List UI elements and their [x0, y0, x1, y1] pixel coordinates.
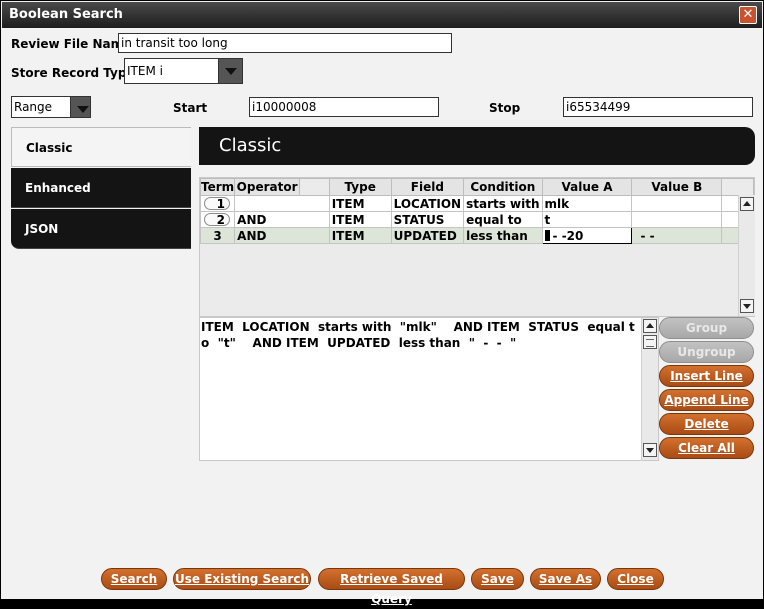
chevron-down-icon[interactable] [70, 97, 90, 117]
range-value: Range [14, 100, 53, 114]
column-header: Operator [234, 178, 301, 196]
tab-enhanced[interactable]: Enhanced [11, 168, 191, 208]
close-icon[interactable]: ✕ [739, 6, 757, 24]
query-scrollbar[interactable] [641, 318, 658, 460]
condition-cell[interactable]: equal to [463, 211, 543, 228]
group-button[interactable]: Group [659, 317, 754, 339]
save-button[interactable]: Save [471, 568, 524, 590]
table-row[interactable]: 1 ITEM LOCATION starts with mlk [199, 195, 754, 212]
type-cell[interactable]: ITEM [328, 195, 392, 212]
term-cell[interactable]: 2 [199, 211, 236, 228]
terms-table: Term Operator Type Field Condition Value… [199, 178, 754, 244]
value-a-cell[interactable]: mlk [541, 195, 633, 212]
column-header: Value B [631, 178, 723, 196]
operator-cell[interactable]: AND [234, 211, 330, 228]
chevron-down-icon[interactable] [218, 59, 242, 83]
column-header: Value A [541, 178, 633, 196]
operator-cell[interactable] [234, 195, 330, 212]
store-record-type-value: ITEM i [127, 64, 163, 78]
scroll-down-icon[interactable] [740, 299, 754, 313]
term-cell[interactable]: 1 [199, 195, 236, 212]
start-label: Start [173, 101, 208, 115]
scroll-thumb[interactable] [643, 335, 657, 349]
store-record-type-select[interactable]: ITEM i [124, 58, 243, 84]
term-cell[interactable]: 3 [199, 227, 236, 244]
ungroup-button[interactable]: Ungroup [659, 341, 754, 363]
condition-cell[interactable]: starts with [463, 195, 543, 212]
field-cell[interactable]: STATUS [390, 211, 465, 228]
column-header: Type [328, 178, 392, 196]
insert-line-button[interactable]: Insert Line [659, 365, 754, 387]
value-b-cell[interactable]: - - [631, 227, 723, 244]
value-b-cell[interactable] [631, 195, 723, 212]
query-preview[interactable]: ITEM LOCATION starts with "mlk" AND ITEM… [199, 317, 659, 461]
scroll-up-icon[interactable] [643, 319, 657, 333]
use-existing-search-button[interactable]: Use Existing Search [173, 568, 311, 590]
save-as-button[interactable]: Save As [530, 568, 601, 590]
tab-classic[interactable]: Classic [11, 127, 191, 167]
tab-json[interactable]: JSON [11, 209, 191, 249]
field-cell[interactable]: UPDATED [390, 227, 465, 244]
term-number-button[interactable]: 1 [204, 196, 230, 210]
review-file-input[interactable]: in transit too long [118, 33, 452, 53]
boolean-search-window: Boolean Search ✕ Review File Name: in tr… [0, 0, 764, 606]
grid-scrollbar[interactable] [738, 195, 755, 316]
term-number-button[interactable]: 2 [204, 212, 230, 226]
condition-cell[interactable]: less than [463, 227, 543, 244]
start-input[interactable]: i10000008 [249, 97, 439, 117]
store-record-type-label: Store Record Type: [11, 66, 140, 80]
column-header: Field [390, 178, 465, 196]
value-a-cell[interactable]: t [541, 211, 633, 228]
column-spacer [721, 178, 754, 196]
clear-all-button[interactable]: Clear All [659, 437, 754, 459]
table-row[interactable]: 2 AND ITEM STATUS equal to t [199, 211, 754, 228]
query-text: ITEM LOCATION starts with "mlk" AND ITEM… [201, 320, 635, 350]
scroll-up-icon[interactable] [740, 197, 754, 211]
retrieve-saved-query-button[interactable]: Retrieve Saved Query [318, 568, 465, 606]
panel-title: Classic [199, 127, 755, 165]
value-b-cell[interactable] [631, 211, 723, 228]
column-spacer [299, 178, 330, 196]
stop-input[interactable]: i65534499 [563, 97, 753, 117]
range-select[interactable]: Range [11, 96, 91, 118]
title-bar: Boolean Search ✕ [2, 2, 762, 28]
delete-button[interactable]: Delete [659, 413, 754, 435]
close-button[interactable]: Close [607, 568, 664, 590]
column-header: Term [199, 178, 236, 196]
window-title: Boolean Search [9, 7, 123, 22]
field-cell[interactable]: LOCATION [390, 195, 465, 212]
append-line-button[interactable]: Append Line [659, 389, 754, 411]
type-cell[interactable]: ITEM [328, 227, 392, 244]
terms-grid: Term Operator Type Field Condition Value… [199, 177, 755, 317]
scroll-down-icon[interactable] [643, 443, 657, 457]
table-row-selected[interactable]: 3 AND ITEM UPDATED less than - -20 - - [199, 227, 754, 244]
search-button[interactable]: Search [101, 568, 167, 590]
text-cursor [544, 229, 550, 241]
stop-label: Stop [489, 101, 521, 115]
type-cell[interactable]: ITEM [328, 211, 392, 228]
value-a-editor[interactable]: - -20 [541, 227, 633, 244]
value-a-text: - -20 [552, 228, 584, 243]
column-header: Condition [463, 178, 543, 196]
operator-cell[interactable]: AND [234, 227, 330, 244]
